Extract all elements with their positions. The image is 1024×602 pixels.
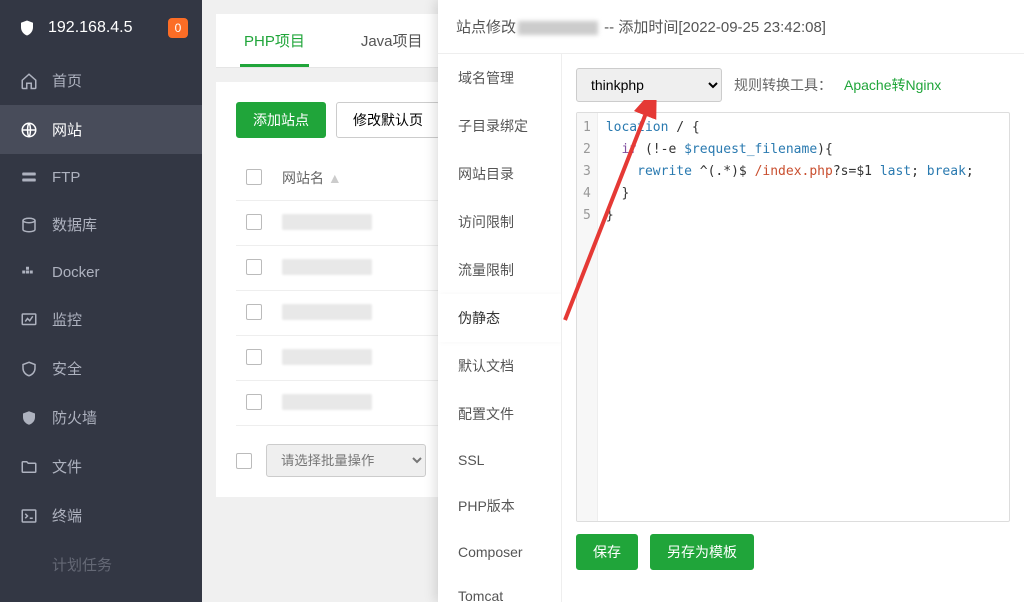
modal-nav-phpver[interactable]: PHP版本	[438, 482, 561, 530]
sidebar-item-cron[interactable]: 计划任务	[0, 540, 202, 589]
rewrite-template-select[interactable]: thinkphp	[576, 68, 722, 102]
sidebar-item-files[interactable]: 文件	[0, 442, 202, 491]
notification-badge[interactable]: 0	[168, 18, 188, 38]
sidebar-item-security[interactable]: 安全	[0, 344, 202, 393]
modal-nav-webdir[interactable]: 网站目录	[438, 150, 561, 198]
modal-body: 域名管理 子目录绑定 网站目录 访问限制 流量限制 伪静态 默认文档 配置文件 …	[438, 54, 1024, 602]
database-icon	[20, 216, 38, 234]
docker-icon	[20, 263, 38, 281]
sidebar-item-label: 防火墙	[52, 407, 97, 428]
sidebar-item-label: FTP	[52, 169, 80, 186]
folder-icon	[20, 458, 38, 476]
sidebar-item-label: 监控	[52, 309, 82, 330]
globe-icon	[20, 121, 38, 139]
tab-java[interactable]: Java项目	[333, 14, 451, 67]
edit-default-page-button[interactable]: 修改默认页	[336, 102, 440, 138]
modal-footer: 保存 另存为模板	[576, 522, 1010, 588]
site-name-masked	[282, 214, 372, 230]
bulk-select[interactable]: 请选择批量操作	[266, 444, 426, 477]
row-checkbox[interactable]	[246, 349, 262, 365]
shield-icon	[18, 18, 36, 38]
sort-icon: ▲	[328, 170, 342, 186]
ftp-icon	[20, 168, 38, 186]
bulk-checkbox[interactable]	[236, 453, 252, 469]
save-as-template-button[interactable]: 另存为模板	[650, 534, 754, 570]
sidebar-item-label: 计划任务	[52, 554, 112, 575]
sidebar-item-label: 安全	[52, 358, 82, 379]
modal-nav-ssl[interactable]: SSL	[438, 438, 561, 482]
monitor-icon	[20, 311, 38, 329]
row-checkbox[interactable]	[246, 304, 262, 320]
sidebar-item-label: 首页	[52, 70, 82, 91]
row-checkbox[interactable]	[246, 259, 262, 275]
sidebar-item-label: 数据库	[52, 214, 97, 235]
sidebar-item-site[interactable]: 网站	[0, 105, 202, 154]
modal-nav-config[interactable]: 配置文件	[438, 390, 561, 438]
sidebar-item-label: 网站	[52, 119, 82, 140]
modal-nav-domain[interactable]: 域名管理	[438, 54, 561, 102]
home-icon	[20, 72, 38, 90]
modal-nav-traffic[interactable]: 流量限制	[438, 246, 561, 294]
sidebar-item-label: 终端	[52, 505, 82, 526]
modal-title: 站点修改 -- 添加时间[2022-09-25 23:42:08]	[438, 0, 1024, 54]
rewrite-editor[interactable]: 12345 location / { if (!-e $request_file…	[576, 112, 1010, 522]
tab-label: PHP项目	[244, 33, 305, 50]
site-name-masked	[282, 259, 372, 275]
sidebar-item-label: 文件	[52, 456, 82, 477]
sidebar: 192.168.4.5 0 首页 网站 FTP 数据库 Docker 监控 安全…	[0, 0, 202, 602]
site-name-masked	[282, 349, 372, 365]
editor-code[interactable]: location / { if (!-e $request_filename){…	[598, 113, 982, 521]
firewall-icon	[20, 409, 38, 427]
rewrite-rule-row: thinkphp 规则转换工具： Apache转Nginx	[576, 68, 1010, 102]
modal-nav-access[interactable]: 访问限制	[438, 198, 561, 246]
modal-nav-subdir[interactable]: 子目录绑定	[438, 102, 561, 150]
domain-masked	[518, 21, 598, 35]
sidebar-item-terminal[interactable]: 终端	[0, 491, 202, 540]
tab-label: Java项目	[361, 33, 423, 50]
sidebar-header: 192.168.4.5 0	[0, 0, 202, 56]
site-settings-modal: 站点修改 -- 添加时间[2022-09-25 23:42:08] 域名管理 子…	[438, 0, 1024, 602]
terminal-icon	[20, 507, 38, 525]
site-name-masked	[282, 304, 372, 320]
modal-content: thinkphp 规则转换工具： Apache转Nginx 12345 loca…	[562, 54, 1024, 602]
rule-convert-label: 规则转换工具：	[734, 75, 832, 95]
add-site-button[interactable]: 添加站点	[236, 102, 326, 138]
tab-php[interactable]: PHP项目	[216, 14, 333, 67]
sidebar-item-monitor[interactable]: 监控	[0, 295, 202, 344]
shield-outline-icon	[20, 360, 38, 378]
apache-to-nginx-link[interactable]: Apache转Nginx	[844, 75, 941, 95]
sidebar-item-ftp[interactable]: FTP	[0, 154, 202, 200]
row-checkbox[interactable]	[246, 214, 262, 230]
checkbox-all[interactable]	[246, 169, 262, 185]
host-ip: 192.168.4.5	[48, 19, 133, 37]
modal-nav-composer[interactable]: Composer	[438, 530, 561, 574]
sidebar-item-firewall[interactable]: 防火墙	[0, 393, 202, 442]
row-checkbox[interactable]	[246, 394, 262, 410]
sidebar-item-home[interactable]: 首页	[0, 56, 202, 105]
sidebar-item-label: Docker	[52, 264, 100, 281]
site-name-masked	[282, 394, 372, 410]
modal-nav: 域名管理 子目录绑定 网站目录 访问限制 流量限制 伪静态 默认文档 配置文件 …	[438, 54, 562, 602]
sidebar-item-database[interactable]: 数据库	[0, 200, 202, 249]
modal-nav-rewrite[interactable]: 伪静态	[438, 294, 561, 342]
modal-nav-default-doc[interactable]: 默认文档	[438, 342, 561, 390]
clock-icon	[20, 556, 38, 574]
modal-nav-tomcat[interactable]: Tomcat	[438, 574, 561, 602]
sidebar-item-docker[interactable]: Docker	[0, 249, 202, 295]
save-button[interactable]: 保存	[576, 534, 638, 570]
editor-gutter: 12345	[577, 113, 598, 521]
